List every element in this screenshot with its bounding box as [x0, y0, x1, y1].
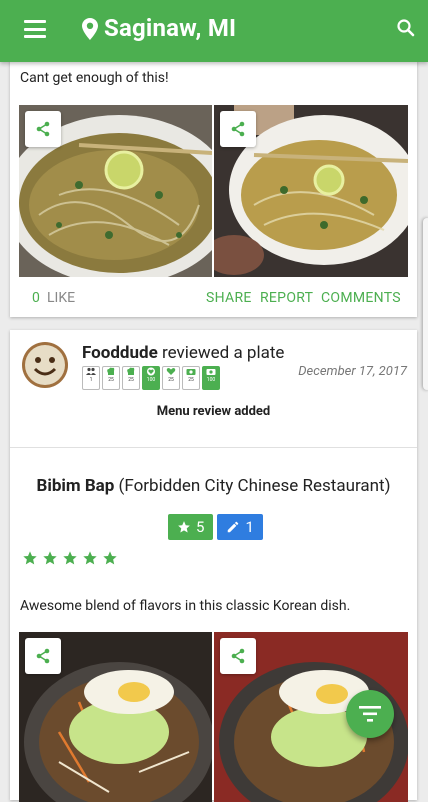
restaurant-name[interactable]: (Forbidden City Chinese Restaurant) [114, 476, 391, 496]
star-icon [63, 551, 77, 565]
rating-pills: 5 1 [168, 514, 263, 540]
star-icon [43, 551, 57, 565]
heart-icon [147, 367, 155, 376]
pencil-icon [228, 521, 239, 533]
food-photo[interactable] [19, 105, 212, 277]
hamburger-menu-icon[interactable] [24, 20, 46, 38]
location-pin-icon [82, 18, 98, 40]
post-caption: Cant get enough of this! [20, 70, 169, 86]
share-photo-button[interactable] [25, 638, 61, 674]
badge[interactable]: 100 [202, 366, 220, 390]
share-icon [231, 121, 245, 137]
share-photo-button[interactable] [220, 638, 256, 674]
badge[interactable]: 25 [122, 366, 140, 390]
camera-icon [206, 369, 216, 375]
review-text: Awesome blend of flavors in this classic… [20, 598, 351, 614]
chef-hat-icon [127, 367, 135, 375]
app-bar: Saginaw, MI [0, 0, 428, 62]
star-icon [103, 551, 117, 565]
people-icon [86, 367, 96, 375]
post-card: Cant get enough of this! 0 LIKE SHARE RE… [10, 50, 417, 317]
badge[interactable]: 100 [142, 366, 160, 390]
filter-button[interactable] [346, 690, 394, 738]
star-icon [83, 551, 97, 565]
like-count: 0 [32, 290, 40, 306]
share-photo-button[interactable] [220, 111, 256, 147]
star-rating [22, 550, 118, 566]
edge-drawer-handle[interactable] [423, 218, 428, 390]
camera-icon [186, 369, 196, 375]
star-icon [178, 521, 190, 533]
share-icon [231, 648, 245, 664]
like-button[interactable]: LIKE [47, 290, 75, 306]
rating-count-badge[interactable]: 5 [168, 514, 214, 540]
divider [10, 447, 417, 448]
search-icon[interactable] [396, 18, 416, 38]
share-icon [36, 648, 50, 664]
filter-icon [359, 706, 381, 722]
share-button[interactable]: SHARE [206, 290, 252, 306]
post-date: December 17, 2017 [298, 364, 407, 379]
chef-hat-icon [107, 367, 115, 375]
review-headline: Fooddude reviewed a plate [82, 343, 284, 363]
review-action: reviewed a plate [157, 343, 285, 363]
edit-count-badge[interactable]: 1 [217, 514, 263, 540]
star-icon [23, 551, 37, 565]
share-photo-button[interactable] [25, 111, 61, 147]
reviewer-name[interactable]: Fooddude [82, 343, 158, 363]
badge[interactable]: 25 [162, 366, 180, 390]
status-text: Menu review added [156, 404, 271, 419]
share-icon [36, 121, 50, 137]
user-badges: 1 25 25 100 25 25 100 [82, 366, 220, 390]
badge[interactable]: 25 [182, 366, 200, 390]
badge[interactable]: 1 [82, 366, 100, 390]
report-button[interactable]: REPORT [260, 290, 313, 306]
food-photo[interactable] [19, 632, 212, 802]
avatar[interactable] [22, 342, 68, 388]
food-photo[interactable] [214, 105, 408, 277]
dish-title: Bibim Bap (Forbidden City Chinese Restau… [10, 476, 417, 496]
comments-button[interactable]: COMMENTS [321, 290, 401, 306]
dish-name[interactable]: Bibim Bap [36, 476, 114, 496]
badge[interactable]: 25 [102, 366, 120, 390]
heart-icon [166, 368, 176, 375]
location-title[interactable]: Saginaw, MI [104, 14, 236, 42]
